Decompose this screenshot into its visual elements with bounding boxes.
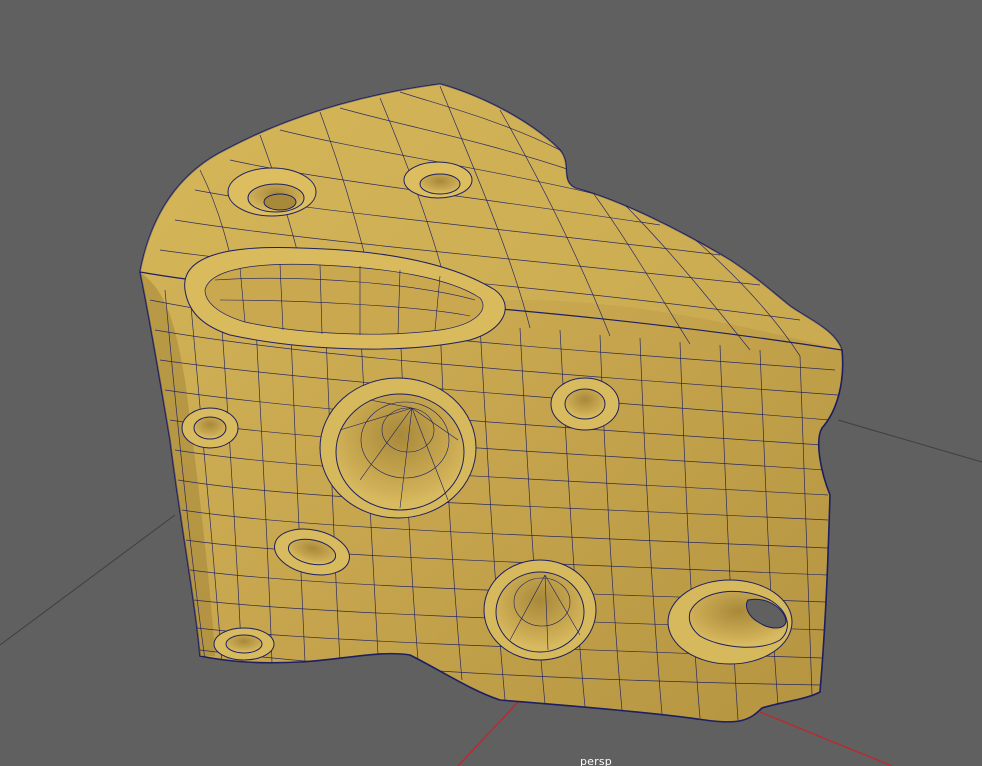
maya-viewport-panel[interactable]: persp: [0, 0, 982, 766]
camera-name-label: persp: [580, 755, 612, 766]
viewport-scene[interactable]: [0, 0, 982, 766]
cheese-mesh[interactable]: [139, 83, 844, 723]
